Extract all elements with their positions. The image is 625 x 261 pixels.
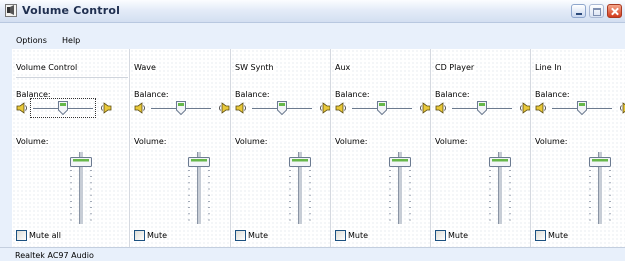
channel-name: Line In xyxy=(535,63,562,72)
volume-label: Volume: xyxy=(16,137,51,146)
checkbox-box[interactable] xyxy=(435,230,446,241)
speaker-left-icon xyxy=(535,102,546,114)
speaker-right-icon xyxy=(219,102,230,114)
mute-label: Mute xyxy=(548,231,569,240)
channel-name: Volume Control xyxy=(16,63,78,72)
channel-panel: SW Synth Balance: Volume: Mute xyxy=(231,49,331,247)
speaker-left-icon xyxy=(435,102,446,114)
balance-label: Balance: xyxy=(335,90,372,99)
mute-all-checkbox[interactable]: Mute all xyxy=(16,230,61,242)
balance-slider[interactable] xyxy=(335,101,431,119)
checkbox-box[interactable] xyxy=(16,230,27,241)
checkbox-box[interactable] xyxy=(535,230,546,241)
mixer-panels: Volume Control Balance: Volume: Mute all Wav… xyxy=(12,49,625,247)
balance-slider[interactable] xyxy=(235,101,331,119)
status-bar: Realtek AC97 Audio xyxy=(0,247,625,261)
channel-panel: Aux Balance: Volume: Mute xyxy=(331,49,431,247)
volume-control-window: Volume Control Options Help Volume Contr… xyxy=(0,0,625,261)
mute-checkbox[interactable]: Mute xyxy=(335,230,368,242)
maximize-icon[interactable] xyxy=(589,4,604,18)
focus-rectangle xyxy=(30,98,96,118)
balance-thumb[interactable] xyxy=(176,101,186,115)
device-name: Realtek AC97 Audio xyxy=(15,251,94,260)
balance-slider[interactable] xyxy=(134,101,230,119)
menu-help[interactable]: Help xyxy=(62,36,80,45)
mute-label: Mute all xyxy=(29,231,61,240)
volume-slider[interactable] xyxy=(285,152,315,228)
mute-checkbox[interactable]: Mute xyxy=(535,230,568,242)
mute-label: Mute xyxy=(147,231,168,240)
channel-panel: Line In Balance: Volume: Mute xyxy=(531,49,625,247)
volume-slider[interactable] xyxy=(184,152,214,228)
channel-name: SW Synth xyxy=(235,63,274,72)
balance-slider[interactable] xyxy=(435,101,531,119)
speaker-right-icon xyxy=(101,102,112,114)
volume-thumb[interactable] xyxy=(389,157,411,168)
window-title: Volume Control xyxy=(22,4,121,17)
volume-label: Volume: xyxy=(335,137,370,146)
speaker-left-icon xyxy=(235,102,246,114)
checkbox-box[interactable] xyxy=(235,230,246,241)
minimize-icon[interactable] xyxy=(571,4,586,18)
mute-label: Mute xyxy=(348,231,369,240)
channel-panel: Wave Balance: Volume: Mute xyxy=(130,49,231,247)
title-bar[interactable]: Volume Control xyxy=(0,0,625,23)
volume-thumb[interactable] xyxy=(489,157,511,168)
volume-slider[interactable] xyxy=(485,152,515,228)
volume-thumb[interactable] xyxy=(589,157,611,168)
channel-name: Aux xyxy=(335,63,351,72)
balance-thumb[interactable] xyxy=(577,101,587,115)
volume-slider[interactable] xyxy=(385,152,415,228)
checkbox-box[interactable] xyxy=(335,230,346,241)
speaker-left-icon xyxy=(16,102,27,114)
menu-bar: Options Help xyxy=(0,34,625,49)
balance-slider[interactable] xyxy=(535,101,625,119)
channel-panel: Volume Control Balance: Volume: Mute all xyxy=(12,49,130,247)
mute-label: Mute xyxy=(448,231,469,240)
balance-label: Balance: xyxy=(535,90,572,99)
channel-panel: CD Player Balance: Volume: Mute xyxy=(431,49,531,247)
channel-name-divider xyxy=(16,77,128,78)
mute-checkbox[interactable]: Mute xyxy=(435,230,468,242)
balance-thumb[interactable] xyxy=(477,101,487,115)
volume-slider[interactable] xyxy=(66,152,96,228)
balance-slider[interactable] xyxy=(16,98,112,119)
balance-label: Balance: xyxy=(134,90,171,99)
volume-label: Volume: xyxy=(435,137,470,146)
speaker-left-icon xyxy=(134,102,145,114)
volume-label: Volume: xyxy=(535,137,570,146)
channel-name: CD Player xyxy=(435,63,475,72)
volume-label: Volume: xyxy=(235,137,270,146)
channel-name: Wave xyxy=(134,63,156,72)
balance-label: Balance: xyxy=(435,90,472,99)
volume-slider[interactable] xyxy=(585,152,615,228)
mute-checkbox[interactable]: Mute xyxy=(235,230,268,242)
volume-thumb[interactable] xyxy=(70,157,92,168)
mute-label: Mute xyxy=(248,231,269,240)
speaker-app-icon xyxy=(5,4,17,17)
checkbox-box[interactable] xyxy=(134,230,145,241)
mute-checkbox[interactable]: Mute xyxy=(134,230,167,242)
balance-label: Balance: xyxy=(235,90,272,99)
speaker-right-icon xyxy=(620,102,625,114)
speaker-left-icon xyxy=(335,102,346,114)
balance-thumb[interactable] xyxy=(377,101,387,115)
balance-thumb[interactable] xyxy=(277,101,287,115)
volume-label: Volume: xyxy=(134,137,169,146)
menu-options[interactable]: Options xyxy=(16,36,47,45)
volume-thumb[interactable] xyxy=(188,157,210,168)
volume-thumb[interactable] xyxy=(289,157,311,168)
close-icon[interactable] xyxy=(607,4,622,18)
